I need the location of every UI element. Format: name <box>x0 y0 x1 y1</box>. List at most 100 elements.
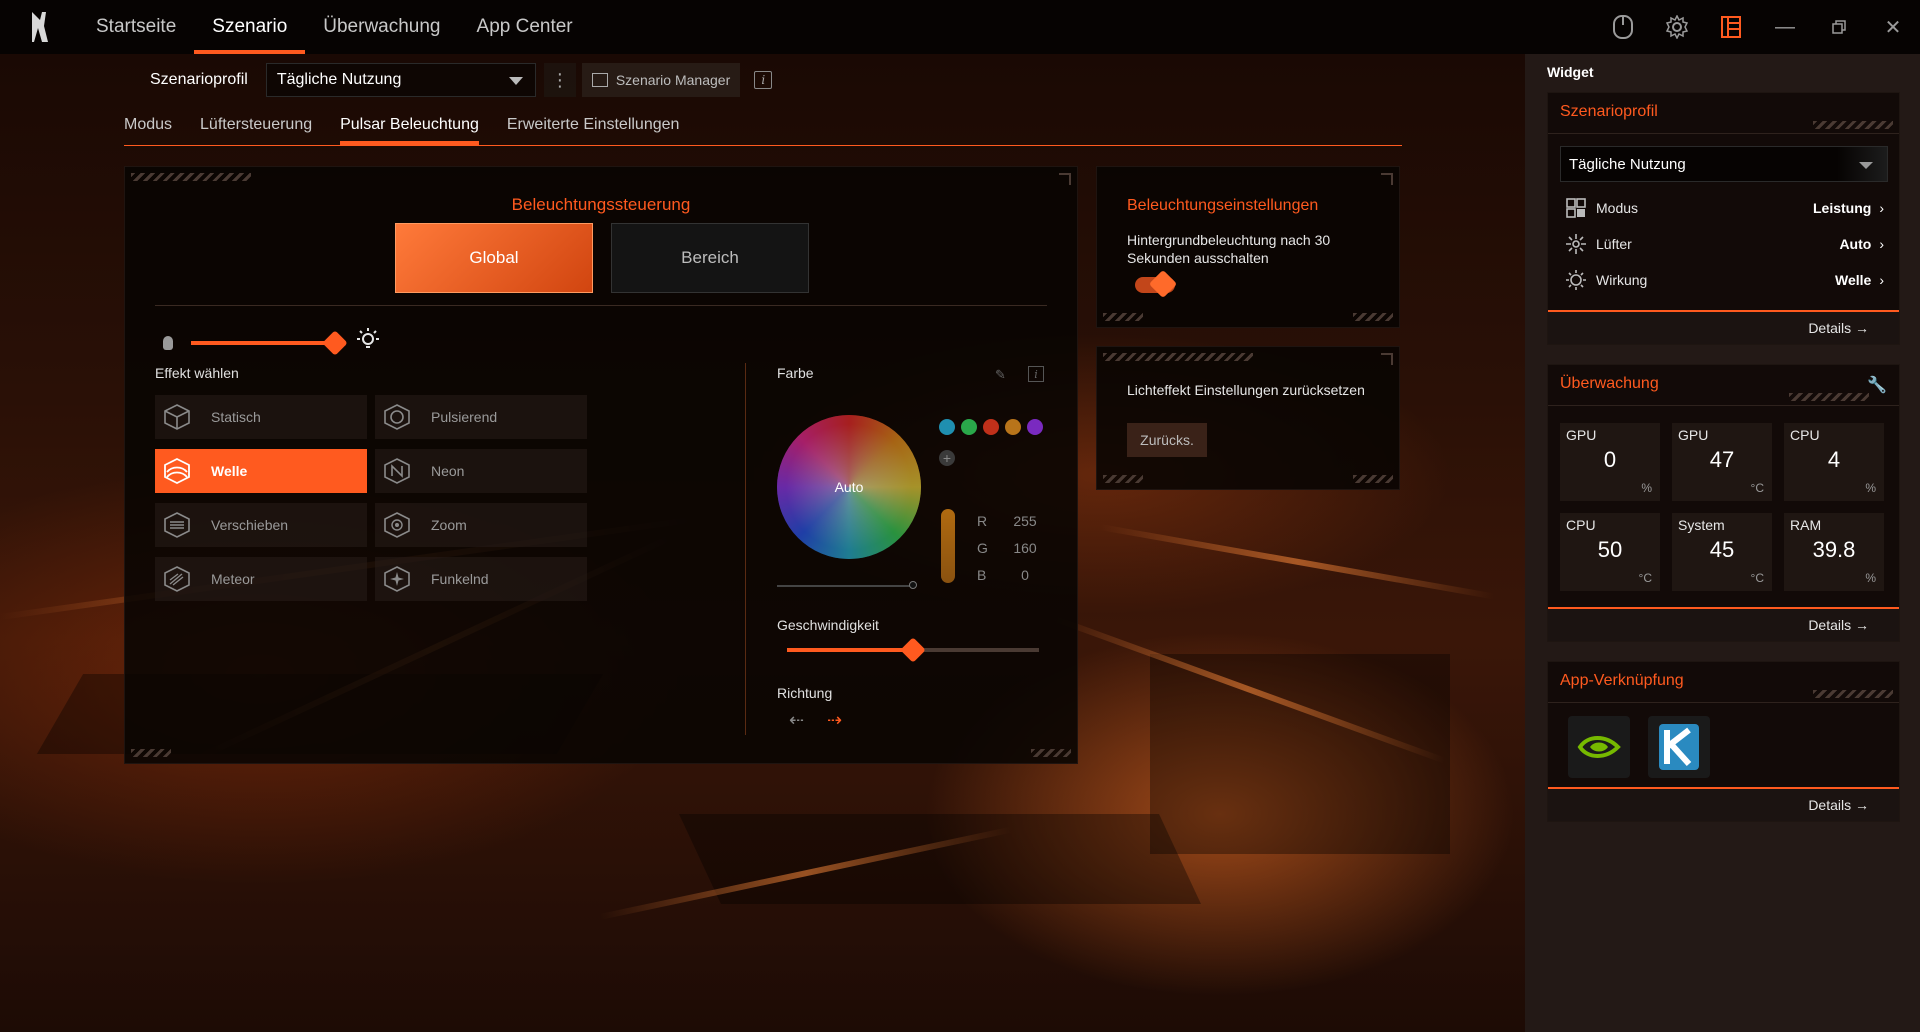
widget-row-mode[interactable]: Modus Leistung › <box>1564 195 1884 221</box>
widget-profile-select-value: Tägliche Nutzung <box>1569 155 1686 173</box>
preset-color-2[interactable] <box>983 419 999 435</box>
settings-gear-icon[interactable] <box>1650 0 1704 54</box>
more-options-icon[interactable]: ⋮ <box>543 63 576 97</box>
color-wheel-slider[interactable] <box>777 581 917 589</box>
tab-1[interactable]: Lüftersteuerung <box>200 114 312 145</box>
lighting-control-title: Beleuchtungssteuerung <box>511 195 691 214</box>
color-wheel-slider-knob[interactable] <box>909 581 917 589</box>
profile-select-value: Tägliche Nutzung <box>276 71 402 88</box>
nvidia-icon[interactable] <box>1568 716 1630 778</box>
profile-select[interactable]: Tägliche Nutzung <box>265 63 536 97</box>
speed-slider-fill <box>787 648 913 652</box>
effect-option-3[interactable]: Neon <box>375 449 587 493</box>
rgb-row: B0 <box>977 561 1047 588</box>
eyedropper-icon[interactable]: ✎ <box>995 367 1009 382</box>
direction-right-icon[interactable]: ⇢ <box>827 710 842 731</box>
effect-2-icon <box>161 455 193 487</box>
minimize-icon[interactable]: — <box>1758 0 1812 54</box>
effect-option-4[interactable]: Verschieben <box>155 503 367 547</box>
widget-row-fan-label: Lüfter <box>1596 236 1632 252</box>
preset-color-4[interactable] <box>1027 419 1043 435</box>
sun-icon <box>1564 268 1588 292</box>
nav-item-2[interactable]: Überwachung <box>305 0 458 54</box>
tab-2[interactable]: Pulsar Beleuchtung <box>340 114 479 145</box>
preset-color-0[interactable] <box>939 419 955 435</box>
preset-color-1[interactable] <box>961 419 977 435</box>
speed-slider-knob[interactable] <box>900 637 926 663</box>
nav-item-1[interactable]: Szenario <box>194 0 306 54</box>
widget-panel-icon[interactable] <box>1704 0 1758 54</box>
tab-3[interactable]: Erweiterte Einstellungen <box>507 114 680 145</box>
effect-6-icon <box>161 563 193 595</box>
k-app-icon[interactable] <box>1648 716 1710 778</box>
chevron-right-icon: › <box>1879 236 1884 252</box>
tab-0[interactable]: Modus <box>124 114 172 145</box>
widget-profile-select[interactable]: Tägliche Nutzung <box>1560 146 1888 182</box>
hatch-decoration <box>131 173 251 181</box>
title-bar: Startseite Szenario Überwachung App Center … <box>0 0 1920 54</box>
widget-row-fan[interactable]: Lüfter Auto › <box>1564 231 1884 257</box>
metric-label: GPU <box>1678 427 1709 443</box>
lighting-settings-title: Beleuchtungseinstellungen <box>1127 197 1319 214</box>
brightness-bar[interactable] <box>941 509 955 583</box>
rgb-channel-value[interactable]: 255 <box>1003 513 1047 529</box>
effect-0-icon <box>161 401 193 433</box>
restore-icon[interactable] <box>1812 0 1866 54</box>
corner-decoration <box>1059 173 1071 185</box>
hatch-decoration <box>1103 475 1143 483</box>
color-wheel[interactable]: Auto <box>777 415 921 559</box>
profile-details-link[interactable]: Details → <box>1808 320 1869 336</box>
reset-button[interactable]: Zurücks. <box>1127 423 1207 457</box>
nav-item-0[interactable]: Startseite <box>78 0 194 54</box>
speed-slider[interactable] <box>787 637 1039 663</box>
widget-row-effect[interactable]: Wirkung Welle › <box>1564 267 1884 293</box>
card-footer: Details → <box>1548 310 1899 344</box>
direction-left-icon[interactable]: ⇠ <box>789 710 804 731</box>
effect-option-1[interactable]: Pulsierend <box>375 395 587 439</box>
metric-grid: GPU 0% GPU 47 °C CPU 4% CPU 50 °C System 45 °C RAM 39.… <box>1560 423 1884 591</box>
close-icon[interactable]: ✕ <box>1866 0 1920 54</box>
metric-unit: °C <box>1750 571 1764 585</box>
hatch-decoration <box>1031 749 1071 757</box>
metric-label: System <box>1678 517 1725 533</box>
divider <box>1548 702 1899 703</box>
metric-unit: % <box>1641 481 1652 495</box>
info-icon[interactable]: i <box>754 71 773 89</box>
wrench-icon[interactable]: 🔧 <box>1867 375 1887 395</box>
global-segment-button[interactable]: Global <box>395 223 593 293</box>
metric-tile: GPU 47 °C <box>1672 423 1772 501</box>
info-icon[interactable]: i <box>1028 366 1044 382</box>
card-footer: Details → <box>1548 787 1899 821</box>
details-label: Details <box>1808 320 1852 336</box>
effect-option-2[interactable]: Welle <box>155 449 367 493</box>
preset-color-3[interactable] <box>1005 419 1021 435</box>
brightness-slider-knob[interactable] <box>322 329 348 356</box>
effect-option-7[interactable]: Funkelnd <box>375 557 587 601</box>
monitoring-card: Überwachung 🔧 GPU 0% GPU 47 °C CPU 4% CPU 50 °C Sy… <box>1547 364 1900 642</box>
effect-option-label: Meteor <box>211 571 255 587</box>
scenario-manager-button[interactable]: Szenario Manager <box>581 63 741 97</box>
chevron-right-icon: › <box>1879 272 1884 288</box>
add-color-button[interactable]: + <box>939 450 955 466</box>
color-wheel-label: Auto <box>834 479 864 495</box>
mouse-icon[interactable] <box>1596 0 1650 54</box>
rgb-channel-value[interactable]: 0 <box>1003 567 1047 583</box>
brightness-slider[interactable] <box>191 329 348 356</box>
card-header: App-Verknüpfung <box>1548 662 1899 702</box>
effect-1-icon <box>381 401 413 433</box>
zone-segment-button[interactable]: Bereich <box>611 223 809 293</box>
effect-option-5[interactable]: Zoom <box>375 503 587 547</box>
monitoring-details-link[interactable]: Details → <box>1808 617 1869 633</box>
nav-item-3[interactable]: App Center <box>459 0 591 54</box>
apps-details-link[interactable]: Details → <box>1808 797 1869 813</box>
metric-value: 45 <box>1709 537 1735 562</box>
effect-option-6[interactable]: Meteor <box>155 557 367 601</box>
details-label: Details <box>1808 617 1852 633</box>
effect-option-0[interactable]: Statisch <box>155 395 367 439</box>
metric-value: 39.8 <box>1812 537 1856 562</box>
rgb-channel-value[interactable]: 160 <box>1003 540 1047 556</box>
effect-option-label: Verschieben <box>211 517 289 533</box>
color-label: Farbe <box>777 365 814 381</box>
backlight-timeout-toggle[interactable] <box>1135 269 1178 299</box>
effect-option-label: Welle <box>211 463 248 479</box>
